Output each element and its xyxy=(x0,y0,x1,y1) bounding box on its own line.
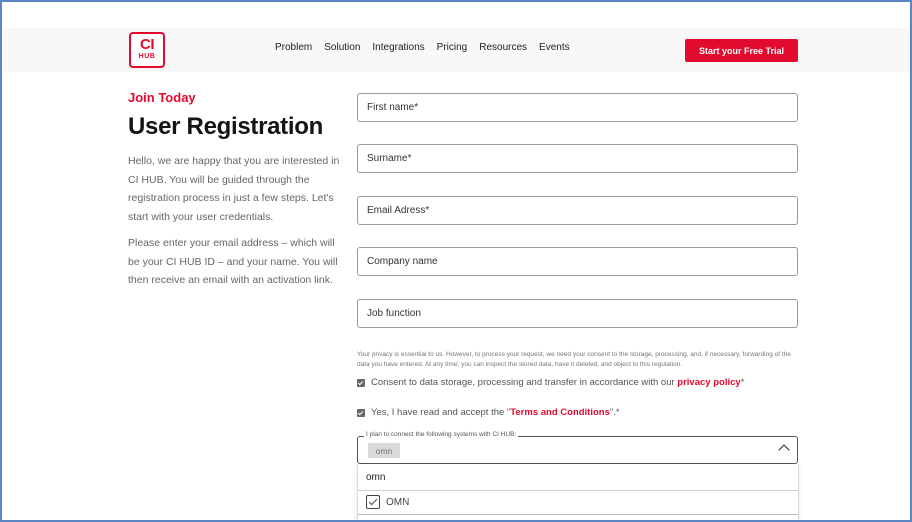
start-free-trial-button[interactable]: Start your Free Trial xyxy=(685,39,798,62)
nav-item-problem[interactable]: Problem xyxy=(275,42,312,53)
nav-item-integrations[interactable]: Integrations xyxy=(372,42,424,53)
systems-multiselect[interactable] xyxy=(357,436,798,464)
consent-checkbox[interactable] xyxy=(357,378,365,387)
selected-system-chip[interactable]: omn xyxy=(368,443,400,458)
job-function-input[interactable]: Job function xyxy=(357,299,798,328)
terms-label: Yes, I have read and accept the "Terms a… xyxy=(371,407,620,418)
dropdown-divider xyxy=(358,490,798,491)
logo-text-bottom: HUB xyxy=(138,53,156,60)
terms-and-conditions-link[interactable]: Terms and Conditions xyxy=(510,407,610,418)
company-name-input[interactable]: Company name xyxy=(357,247,798,276)
privacy-policy-link[interactable]: privacy policy xyxy=(677,377,740,388)
site-header: CI HUB Problem Solution Integrations Pri… xyxy=(4,28,910,72)
systems-search-input[interactable]: omn xyxy=(366,472,385,483)
option-label-omn[interactable]: OMN xyxy=(386,497,409,508)
terms-checkbox[interactable] xyxy=(357,408,365,417)
surname-input[interactable]: Surname* xyxy=(357,144,798,173)
intro-paragraph-2: Please enter your email address – which … xyxy=(128,237,338,286)
logo-text-top: CI xyxy=(140,36,155,53)
privacy-notice: Your privacy is essential to us. However… xyxy=(357,351,791,368)
terms-row: Yes, I have read and accept the "Terms a… xyxy=(357,407,620,418)
first-name-input[interactable]: First name* xyxy=(357,93,798,122)
nav-item-solution[interactable]: Solution xyxy=(324,42,360,53)
dropdown-bottom-divider xyxy=(358,514,798,515)
main-nav: Problem Solution Integrations Pricing Re… xyxy=(275,42,570,53)
intro-paragraph-1: Hello, we are happy that you are interes… xyxy=(128,155,340,223)
page-title: User Registration xyxy=(128,113,323,140)
ci-hub-logo[interactable]: CI HUB xyxy=(129,32,165,68)
nav-item-resources[interactable]: Resources xyxy=(479,42,527,53)
consent-label: Consent to data storage, processing and … xyxy=(371,377,745,388)
nav-item-events[interactable]: Events xyxy=(539,42,570,53)
nav-item-pricing[interactable]: Pricing xyxy=(437,42,468,53)
consent-row: Consent to data storage, processing and … xyxy=(357,377,744,388)
join-today-kicker: Join Today xyxy=(128,90,196,105)
browser-frame: CI HUB Problem Solution Integrations Pri… xyxy=(0,0,912,522)
email-input[interactable]: Email Adress* xyxy=(357,196,798,225)
systems-legend: I plan to connect the following systems … xyxy=(364,431,519,438)
option-checkbox-omn[interactable] xyxy=(366,495,380,509)
